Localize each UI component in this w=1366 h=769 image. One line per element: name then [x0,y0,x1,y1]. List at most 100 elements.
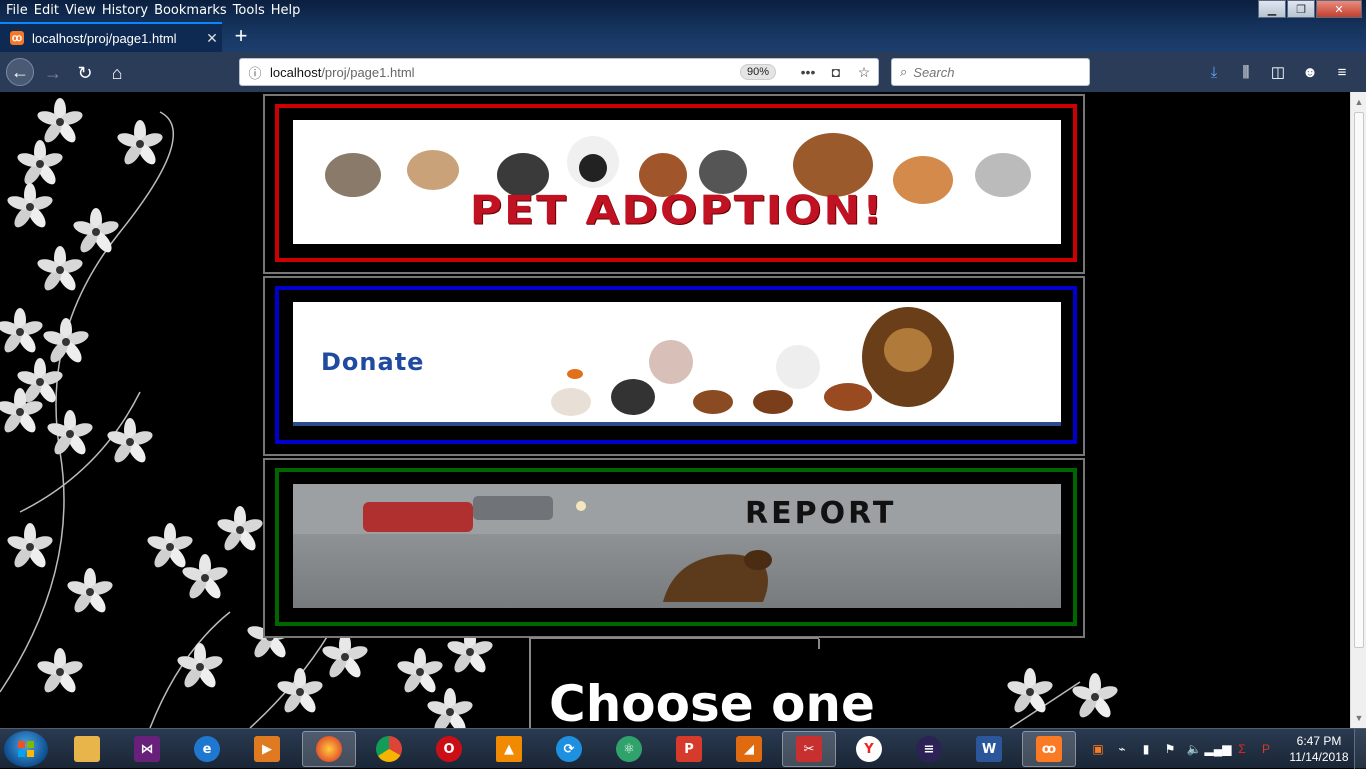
site-info-icon[interactable]: ⓘ [240,63,270,82]
home-icon[interactable]: ⌂ [104,60,130,86]
taskbar-yandex[interactable]: Y [842,731,896,767]
taskbar-atom[interactable]: ⚛ [602,731,656,767]
taskbar-matlab[interactable]: ◢ [722,731,776,767]
taskbar-opera[interactable]: O [422,731,476,767]
url-host: localhost [270,64,322,80]
menu-view[interactable]: View [65,3,96,18]
menu-tools[interactable]: Tools [233,3,265,18]
scroll-down-arrow-icon[interactable]: ▼ [1351,710,1366,726]
system-tray: ▣ ⌁ ▮ ⚑ 🔈 ▂▄▆ Σ P [1086,729,1278,769]
search-input[interactable] [913,64,1064,80]
taskbar-chrome[interactable] [362,731,416,767]
hamburger-menu-icon[interactable]: ≡ [1326,60,1358,84]
taskbar-psiphon[interactable]: P [662,731,716,767]
chrome-icon [376,736,402,762]
taskbar-xampp[interactable]: ꝏ [1022,731,1076,767]
banner-table: PET ADOPTION! Donate REPORT [263,94,1085,640]
bookmark-star-icon[interactable]: ☆ [850,64,878,81]
taskbar-word[interactable]: W [962,731,1016,767]
donate-frame: Donate [275,286,1077,444]
report-label: REPORT [745,496,897,531]
windows-taskbar: ⋈ e ▶ O ▲ ⟳ ⚛ P ◢ ✂ Y ≡ W ꝏ ▣ ⌁ ▮ ⚑ 🔈 ▂▄… [0,728,1366,769]
back-arrow-icon[interactable]: ← [6,58,34,86]
forward-arrow-icon[interactable]: → [40,60,66,86]
donate-label: Donate [321,348,425,376]
tray-psiphon-icon[interactable]: P [1254,739,1278,759]
eclipse-icon: ≡ [916,736,942,762]
clock-date: 11/14/2018 [1289,750,1349,764]
scroll-up-arrow-icon[interactable]: ▲ [1351,94,1366,110]
show-desktop-button[interactable] [1354,729,1366,769]
tray-volume-icon[interactable]: ▮ [1134,739,1158,759]
menu-help[interactable]: Help [271,3,301,18]
tab-title: localhost/proj/page1.html [32,30,177,46]
tab-close-icon[interactable]: ✕ [202,30,222,47]
tray-sound-icon[interactable]: 🔈 [1182,739,1206,759]
stray-dog-rain-image [293,484,1061,602]
taskbar-app-blue[interactable]: ⟳ [542,731,596,767]
donate-banner[interactable]: Donate [293,302,1061,426]
tray-signal-icon[interactable]: ▂▄▆ [1205,739,1232,759]
taskbar-vlc[interactable]: ▲ [482,731,536,767]
adopt-panel[interactable]: PET ADOPTION! [263,94,1085,274]
xampp-favicon-icon: ꝏ [10,31,24,45]
taskbar-eclipse[interactable]: ≡ [902,731,956,767]
tab-active[interactable]: ꝏ localhost/proj/page1.html ✕ [0,22,222,52]
opera-icon: O [436,736,462,762]
folder-icon [74,736,100,762]
windows-logo-icon [18,741,34,757]
restore-button[interactable]: ❐ [1287,0,1315,18]
page-scrollbar[interactable]: ▲ ▼ [1350,92,1366,728]
xampp-icon: ꝏ [1036,736,1062,762]
menu-file[interactable]: File [6,3,28,18]
tray-app-icon[interactable]: Σ [1230,739,1254,759]
address-bar[interactable]: ⓘ localhost/proj/page1.html 90% ••• ◘ ☆ [239,58,879,86]
taskbar-snipping[interactable]: ✂ [782,731,836,767]
choose-one-section: Choose one [529,637,875,728]
adopt-frame: PET ADOPTION! [275,104,1077,262]
pet-adoption-banner[interactable]: PET ADOPTION! [293,120,1061,244]
downloads-icon[interactable]: ⤓ [1198,60,1230,84]
menu-edit[interactable]: Edit [34,3,59,18]
taskbar-media[interactable]: ▶ [240,731,294,767]
close-window-button[interactable]: ✕ [1316,0,1362,18]
atom-icon: ⚛ [616,736,642,762]
search-bar[interactable]: ⌕ [891,58,1090,86]
vlc-icon: ▲ [496,736,522,762]
report-banner[interactable]: REPORT [293,484,1061,608]
menu-bookmarks[interactable]: Bookmarks [154,3,227,18]
library-icon[interactable]: ⫼ [1230,60,1262,84]
snipping-tool-icon: ✂ [796,736,822,762]
taskbar-visualstudio[interactable]: ⋈ [120,731,174,767]
pocket-icon[interactable]: ◘ [822,64,850,80]
tray-xampp-icon[interactable]: ▣ [1086,739,1110,759]
sync-icon: ⟳ [556,736,582,762]
report-panel[interactable]: REPORT [263,458,1085,638]
menu-bar: File Edit View History Bookmarks Tools H… [0,0,304,20]
yandex-icon: Y [856,736,882,762]
sidebar-icon[interactable]: ◫ [1262,60,1294,84]
toolbar-right-icons: ⤓ ⫼ ◫ ☻ ≡ [1198,60,1358,84]
new-tab-button[interactable]: + [228,22,254,50]
minimize-button[interactable]: ▁ [1258,0,1286,18]
start-button[interactable] [4,731,48,767]
window-controls: ▁ ❐ ✕ [1257,0,1362,18]
media-player-icon: ▶ [254,736,280,762]
system-clock[interactable]: 6:47 PM 11/14/2018 [1288,733,1350,765]
taskbar-firefox[interactable] [302,731,356,767]
report-frame: REPORT [275,468,1077,626]
taskbar-ie[interactable]: e [180,731,234,767]
donate-panel[interactable]: Donate [263,276,1085,456]
scroll-thumb[interactable] [1354,112,1364,648]
page-actions-icon[interactable]: ••• [794,64,822,80]
tray-usb-icon[interactable]: ⌁ [1110,739,1134,759]
choose-one-heading: Choose one [549,675,875,728]
menu-history[interactable]: History [102,3,148,18]
tray-flag-icon[interactable]: ⚑ [1158,739,1182,759]
url-text[interactable]: localhost/proj/page1.html [270,65,740,80]
search-icon: ⌕ [900,64,908,79]
reload-icon[interactable]: ↻ [72,60,98,86]
extension-monkey-icon[interactable]: ☻ [1294,60,1326,84]
zoom-indicator[interactable]: 90% [739,64,776,80]
taskbar-explorer[interactable] [60,731,114,767]
